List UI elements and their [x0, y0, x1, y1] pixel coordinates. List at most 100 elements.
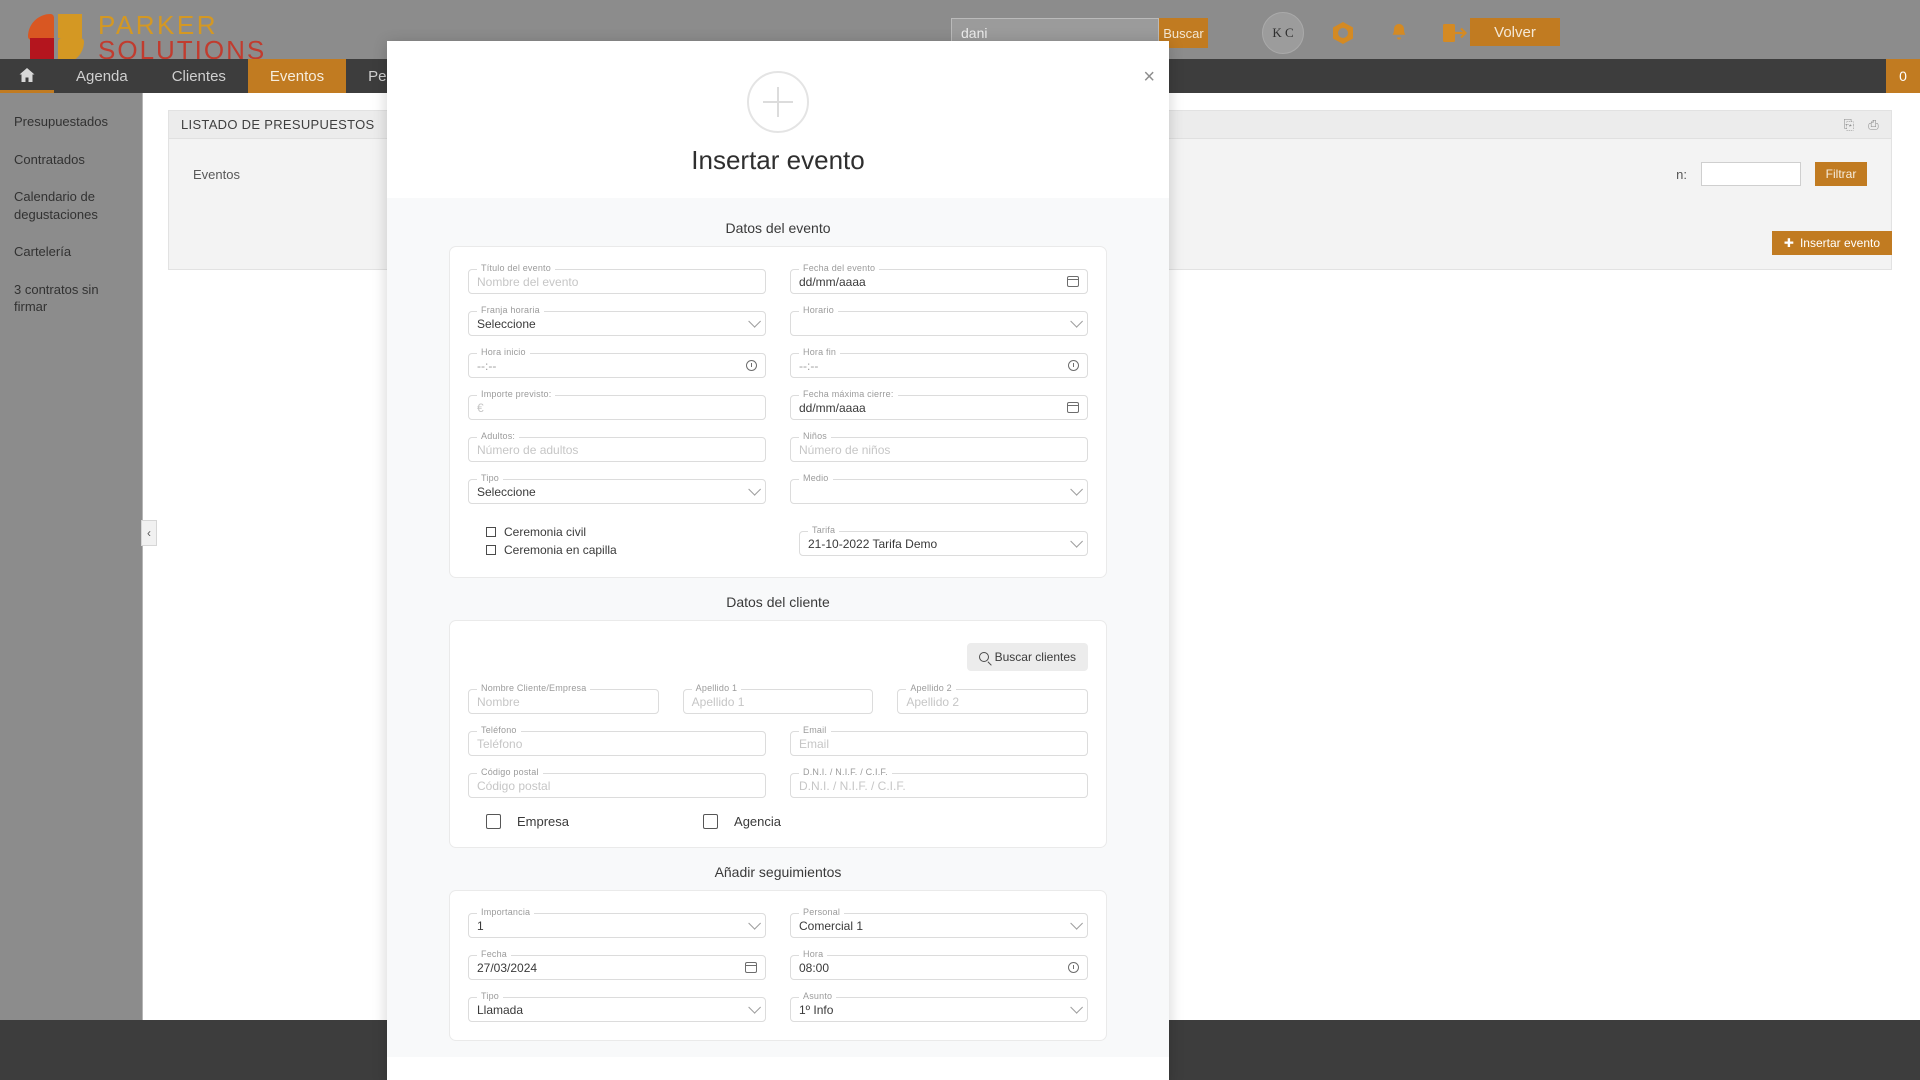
calendar-icon[interactable]	[745, 962, 757, 973]
field-value: dd/mm/aaaa	[799, 274, 866, 289]
field-fecha-evento[interactable]: Fecha del evento dd/mm/aaaa	[790, 263, 1088, 294]
field-label: Teléfono	[477, 725, 521, 735]
app-root: PARKER SOLUTIONS Buscar K C	[0, 0, 1920, 1080]
field-value: Apellido 2	[906, 694, 960, 709]
field-label: Email	[799, 725, 831, 735]
field-label: Hora	[799, 949, 828, 959]
field-value: Teléfono	[477, 736, 523, 751]
section-title-client: Datos del cliente	[726, 594, 830, 610]
form-row: Fecha 27/03/2024 Hora 08:00	[468, 949, 1088, 980]
field-hora-inicio[interactable]: Hora inicio --:--	[468, 347, 766, 378]
modal-body[interactable]: Datos del evento Título del evento Nombr…	[387, 198, 1169, 1057]
search-icon	[978, 652, 989, 662]
field-apellido-2[interactable]: Apellido 2 Apellido 2	[897, 683, 1089, 714]
close-icon[interactable]: ×	[1143, 67, 1155, 87]
field-value: Número de niños	[799, 442, 891, 457]
field-label: Asunto	[799, 991, 837, 1001]
chevron-down-icon[interactable]	[748, 1001, 761, 1014]
form-row: Importe previsto: € Fecha máxima cierre:…	[468, 389, 1088, 420]
field-label: Adultos:	[477, 431, 520, 441]
field-value: Número de adultos	[477, 442, 579, 457]
chevron-down-icon[interactable]	[1070, 1001, 1083, 1014]
chevron-down-icon[interactable]	[1070, 315, 1083, 328]
field-importe-previsto[interactable]: Importe previsto: €	[468, 389, 766, 420]
field-ninos[interactable]: Niños Número de niños	[790, 431, 1088, 462]
field-label: Apellido 2	[906, 683, 956, 693]
checkbox-agencia[interactable]: Agencia	[703, 814, 781, 829]
field-titulo-evento[interactable]: Título del evento Nombre del evento	[468, 263, 766, 294]
field-value: 08:00	[799, 960, 830, 975]
calendar-icon[interactable]	[1067, 276, 1079, 287]
chevron-down-icon[interactable]	[1070, 535, 1083, 548]
field-value: €	[477, 400, 484, 415]
search-clients-button[interactable]: Buscar clientes	[966, 643, 1088, 671]
modal-title: Insertar evento	[691, 145, 865, 175]
field-label: Código postal	[477, 767, 543, 777]
field-value: Código postal	[477, 778, 551, 793]
field-value: 1º Info	[799, 1002, 834, 1017]
field-label: Apellido 1	[691, 683, 742, 693]
field-nombre-cliente[interactable]: Nombre Cliente/Empresa Nombre	[468, 683, 659, 714]
chevron-down-icon[interactable]	[748, 483, 761, 496]
field-tarifa[interactable]: Tarifa 21-10-2022 Tarifa Demo	[799, 521, 1088, 557]
field-label: Hora inicio	[477, 347, 530, 357]
field-email[interactable]: Email Email	[790, 725, 1088, 756]
field-codigo-postal[interactable]: Código postal Código postal	[468, 767, 766, 798]
form-row: Franja horaria Seleccione Horario	[468, 305, 1088, 336]
field-seguimiento-fecha[interactable]: Fecha 27/03/2024	[468, 949, 766, 980]
clock-icon[interactable]	[1068, 962, 1079, 973]
field-fecha-maxima-cierre[interactable]: Fecha máxima cierre: dd/mm/aaaa	[790, 389, 1088, 420]
form-row: Título del evento Nombre del evento Fech…	[468, 263, 1088, 294]
checkbox-label: Agencia	[734, 814, 782, 829]
field-hora-fin[interactable]: Hora fin --:--	[790, 347, 1088, 378]
chevron-down-icon[interactable]	[1070, 483, 1083, 496]
field-label: Fecha del evento	[799, 263, 880, 273]
field-value: dd/mm/aaaa	[799, 400, 866, 415]
checkbox-label: Ceremonia civil	[504, 525, 587, 539]
checkbox-box[interactable]	[486, 527, 496, 537]
chevron-down-icon[interactable]	[1070, 917, 1083, 930]
field-seguimiento-hora[interactable]: Hora 08:00	[790, 949, 1088, 980]
field-value: 1	[477, 918, 484, 933]
field-dni-nif-cif[interactable]: D.N.I. / N.I.F. / C.I.F. D.N.I. / N.I.F.…	[790, 767, 1088, 798]
checkbox-box[interactable]	[486, 545, 496, 555]
section-title-followups: Añadir seguimientos	[714, 864, 842, 880]
calendar-icon[interactable]	[1067, 402, 1079, 413]
field-label: Horario	[799, 305, 838, 315]
field-apellido-1[interactable]: Apellido 1 Apellido 1	[682, 683, 874, 714]
field-personal[interactable]: Personal Comercial 1	[790, 907, 1088, 938]
checkbox-label: Ceremonia en capilla	[504, 543, 617, 557]
field-importancia[interactable]: Importancia 1	[468, 907, 766, 938]
checkbox-box[interactable]	[703, 814, 719, 829]
field-horario[interactable]: Horario	[790, 305, 1088, 336]
chevron-down-icon[interactable]	[748, 315, 761, 328]
field-telefono[interactable]: Teléfono Teléfono	[468, 725, 766, 756]
checkbox-ceremonia-civil[interactable]: Ceremonia civil	[486, 525, 775, 539]
ceremony-checkbox-group: Ceremonia civil Ceremonia en capilla	[468, 521, 775, 557]
form-row: Adultos: Número de adultos Niños Número …	[468, 431, 1088, 462]
field-value: Apellido 1	[691, 694, 745, 709]
chevron-down-icon[interactable]	[748, 917, 761, 930]
checkbox-empresa[interactable]: Empresa	[486, 814, 569, 829]
clock-icon[interactable]	[746, 360, 757, 371]
clock-icon[interactable]	[1068, 360, 1079, 371]
field-value: Seleccione	[477, 316, 536, 331]
field-label: D.N.I. / N.I.F. / C.I.F.	[799, 767, 892, 777]
field-franja-horaria[interactable]: Franja horaria Seleccione	[468, 305, 766, 336]
insert-event-modal: × Insertar evento Datos del evento Títul…	[387, 41, 1169, 1080]
field-value: Llamada	[477, 1002, 524, 1017]
plus-circle-icon	[747, 71, 809, 133]
field-label: Tipo	[477, 991, 503, 1001]
search-clients-label: Buscar clientes	[994, 650, 1076, 664]
form-row: Código postal Código postal D.N.I. / N.I…	[468, 767, 1088, 798]
checkbox-box[interactable]	[486, 814, 501, 829]
field-tipo[interactable]: Tipo Seleccione	[468, 473, 766, 504]
field-medio[interactable]: Medio	[790, 473, 1088, 504]
field-value: D.N.I. / N.I.F. / C.I.F.	[799, 778, 906, 793]
checkbox-ceremonia-capilla[interactable]: Ceremonia en capilla	[486, 543, 775, 557]
field-value: Nombre del evento	[477, 274, 579, 289]
field-seguimiento-tipo[interactable]: Tipo Llamada	[468, 991, 766, 1022]
field-adultos[interactable]: Adultos: Número de adultos	[468, 431, 766, 462]
field-seguimiento-asunto[interactable]: Asunto 1º Info	[790, 991, 1088, 1022]
field-value: Comercial 1	[799, 918, 864, 933]
